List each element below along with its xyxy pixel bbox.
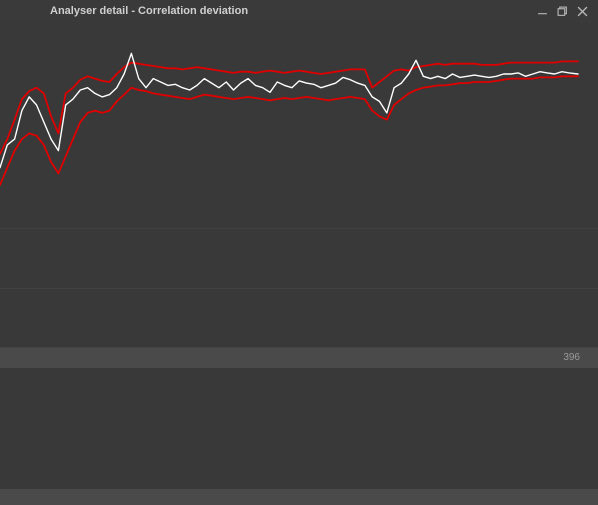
gridline: [0, 228, 598, 229]
window-title: Analyser detail - Correlation deviation: [50, 5, 248, 17]
correlation-deviation-plot: [0, 22, 598, 222]
window-titlebar: Analyser detail - Correlation deviation: [0, 0, 598, 22]
close-button[interactable]: [572, 1, 592, 21]
maximize-button[interactable]: [552, 1, 572, 21]
axis-strip: [0, 347, 598, 368]
secondary-panel: [0, 350, 598, 489]
x-axis-max-label: 396: [563, 352, 580, 363]
main-plot-panel: 396: [0, 22, 598, 348]
minimize-button[interactable]: [532, 1, 552, 21]
window-controls: [532, 1, 592, 21]
gridline: [0, 288, 598, 289]
